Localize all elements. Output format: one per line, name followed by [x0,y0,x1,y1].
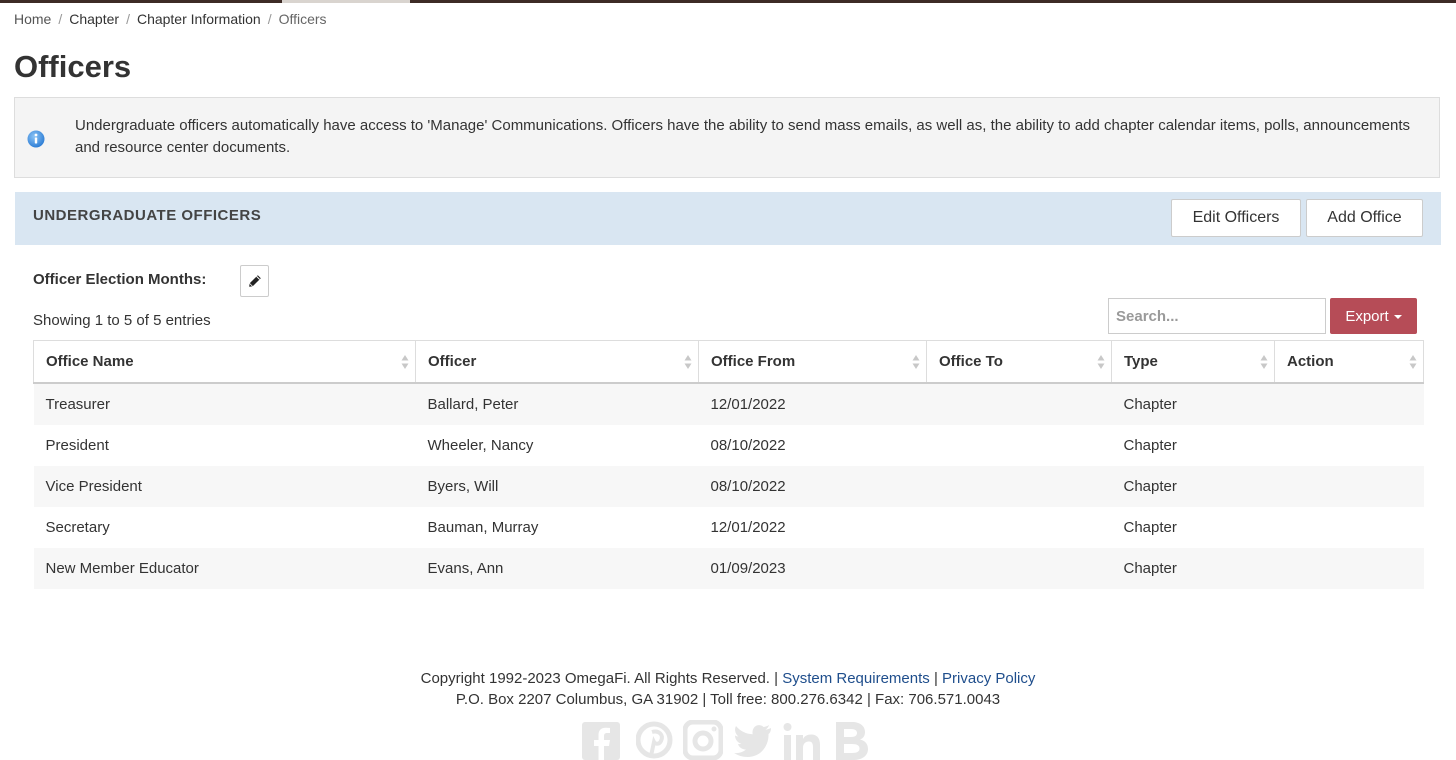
table-row: Treasurer Ballard, Peter 12/01/2022 Chap… [33,382,1424,425]
officer-cell: Bauman, Murray [415,506,699,548]
facebook-icon[interactable] [582,720,622,760]
type-cell: Chapter [1111,547,1275,589]
panel-title: UNDERGRADUATE OFFICERS [33,207,262,224]
table-row: Vice President Byers, Will 08/10/2022 Ch… [33,465,1424,507]
privacy-policy-link[interactable]: Privacy Policy [942,670,1035,687]
column-header-officer[interactable]: Officer [415,340,699,384]
footer: Copyright 1992-2023 OmegaFi. All Rights … [0,668,1456,710]
office-to-cell [926,547,1112,589]
breadcrumb: Home / Chapter / Chapter Information / Officer… [14,10,327,28]
office-name-cell: President [33,424,416,466]
table-row: President Wheeler, Nancy 08/10/2022 Chap… [33,424,1424,466]
action-cell [1274,382,1424,425]
office-name-cell: New Member Educator [33,547,416,589]
breadcrumb-current: Officers [278,11,327,27]
info-icon [27,130,45,148]
breadcrumb-separator: / [126,11,130,27]
caret-down-icon [1393,314,1402,319]
sort-icon [1409,355,1417,369]
pinterest-icon[interactable] [636,720,676,760]
breadcrumb-chapter[interactable]: Chapter [69,11,119,27]
page-title: Officers [14,49,132,84]
footer-copyright-line: Copyright 1992-2023 OmegaFi. All Rights … [420,670,1036,687]
office-from-cell: 08/10/2022 [698,465,927,507]
sort-icon [912,355,920,369]
officers-table: Office Name Officer Office From Office T… [33,340,1424,589]
office-to-cell [926,424,1112,466]
column-header-type[interactable]: Type [1111,340,1275,384]
office-from-cell: 12/01/2022 [698,506,927,548]
blog-icon[interactable] [832,720,872,760]
twitter-icon[interactable] [733,720,773,760]
info-message: Undergraduate officers automatically hav… [75,117,1411,156]
action-cell [1274,547,1424,589]
office-name-cell: Vice President [33,465,416,507]
table-row: Secretary Bauman, Murray 12/01/2022 Chap… [33,506,1424,548]
office-to-cell [926,382,1112,425]
table-header-row: Office Name Officer Office From Office T… [33,340,1424,384]
column-header-action[interactable]: Action [1274,340,1424,384]
office-from-cell: 12/01/2022 [698,382,927,425]
info-alert: Undergraduate officers automatically hav… [14,97,1440,178]
footer-address: P.O. Box 2207 Columbus, GA 31902 | Toll … [455,691,1001,708]
search-input[interactable] [1108,298,1326,334]
sort-icon [684,355,692,369]
add-office-button[interactable]: Add Office [1306,199,1423,237]
type-cell: Chapter [1111,465,1275,507]
social-links [582,720,882,760]
officer-cell: Byers, Will [415,465,699,507]
column-header-office-name[interactable]: Office Name [33,340,416,384]
copyright-text: Copyright 1992-2023 OmegaFi. All Rights … [420,670,770,687]
officer-cell: Ballard, Peter [415,382,699,425]
breadcrumb-separator: / [58,11,63,27]
office-name-cell: Secretary [33,506,416,548]
officer-cell: Wheeler, Nancy [415,424,699,466]
officer-election-months-label: Officer Election Months: [33,271,207,288]
action-cell [1274,506,1424,548]
officer-cell: Evans, Ann [415,547,699,589]
system-requirements-link[interactable]: System Requirements [782,670,930,687]
instagram-icon[interactable] [683,720,723,760]
breadcrumb-separator: / [267,11,272,27]
column-header-office-to[interactable]: Office To [926,340,1112,384]
top-progress-bar [0,0,1456,3]
table-info: Showing 1 to 5 of 5 entries [33,312,211,329]
breadcrumb-home[interactable]: Home [14,11,51,27]
sort-icon [401,355,409,369]
edit-officers-button[interactable]: Edit Officers [1171,199,1301,237]
export-button[interactable]: Export [1330,298,1417,334]
export-label: Export [1345,307,1389,325]
office-to-cell [926,506,1112,548]
edit-election-months-button[interactable] [240,265,269,297]
action-cell [1274,424,1424,466]
linkedin-icon[interactable] [782,720,822,760]
type-cell: Chapter [1111,506,1275,548]
sort-icon [1097,355,1105,369]
office-from-cell: 08/10/2022 [698,424,927,466]
breadcrumb-chapter-information[interactable]: Chapter Information [137,11,261,27]
type-cell: Chapter [1111,424,1275,466]
pencil-icon [249,275,261,287]
action-cell [1274,465,1424,507]
office-to-cell [926,465,1112,507]
office-from-cell: 01/09/2023 [698,547,927,589]
column-header-office-from[interactable]: Office From [698,340,927,384]
type-cell: Chapter [1111,382,1275,425]
officers-panel-header: UNDERGRADUATE OFFICERS Edit Officers Add… [15,192,1441,245]
sort-icon [1260,355,1268,369]
office-name-cell: Treasurer [33,382,416,425]
table-row: New Member Educator Evans, Ann 01/09/202… [33,547,1424,589]
